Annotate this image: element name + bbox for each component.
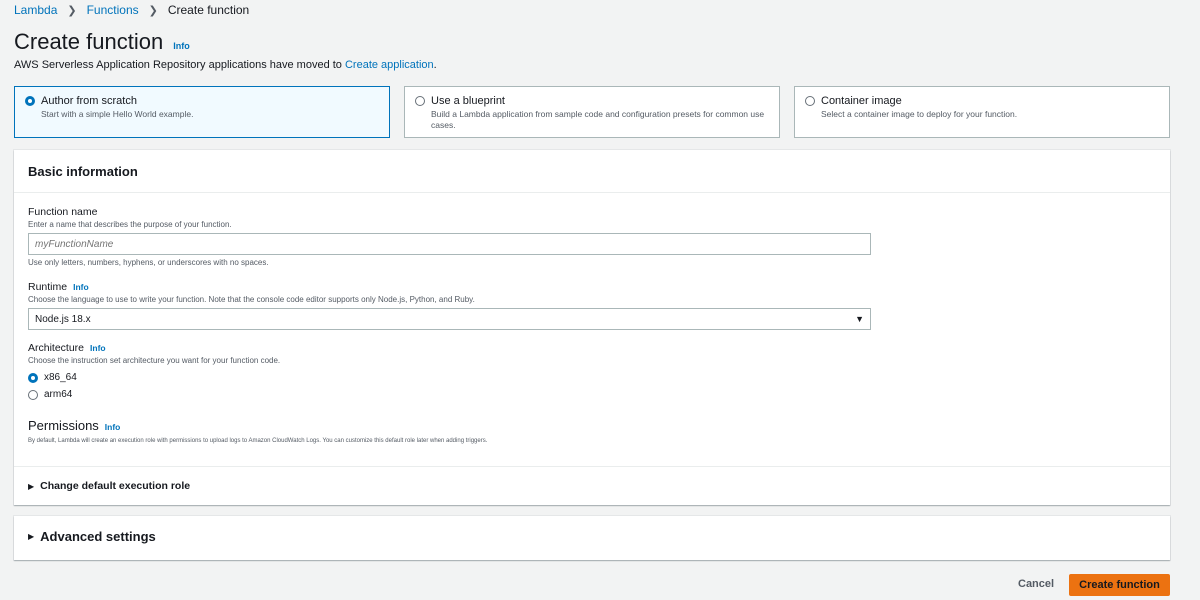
subtitle-suffix: . [433, 59, 437, 71]
runtime-select[interactable]: Node.js 18.x ▼ [28, 308, 871, 330]
option-author-from-scratch[interactable]: Author from scratch Start with a simple … [14, 86, 390, 138]
chevron-right-icon: ❯ [67, 4, 77, 17]
radio-container-image[interactable] [805, 96, 815, 106]
breadcrumb-functions[interactable]: Functions [87, 3, 139, 17]
architecture-info-link[interactable]: Info [90, 342, 106, 355]
title-info-link[interactable]: Info [173, 32, 190, 60]
architecture-option-label: arm64 [44, 389, 73, 400]
option-desc: Select a container image to deploy for y… [821, 109, 1018, 119]
caret-down-icon: ▼ [855, 314, 864, 324]
permissions-section: Permissions Info By default, Lambda will… [28, 418, 1148, 444]
function-name-desc: Enter a name that describes the purpose … [28, 220, 232, 229]
radio-author-from-scratch[interactable] [25, 96, 35, 106]
change-role-label: Change default execution role [40, 480, 191, 492]
page-title-row: Create function Info [14, 28, 190, 60]
advanced-settings-label: Advanced settings [40, 529, 156, 544]
permissions-title: Permissions [28, 418, 99, 433]
runtime-field: Runtime Info Choose the language to use … [28, 281, 871, 330]
subtitle-text: AWS Serverless Application Repository ap… [14, 59, 345, 71]
option-title: Use a blueprint [431, 95, 505, 107]
breadcrumb-lambda[interactable]: Lambda [14, 3, 57, 17]
basic-information-header: Basic information [14, 150, 1170, 193]
function-name-field: Function name Enter a name that describe… [28, 206, 871, 267]
page-title: Create function [14, 29, 164, 54]
option-use-blueprint[interactable]: Use a blueprint Build a Lambda applicati… [404, 86, 780, 138]
permissions-info-link[interactable]: Info [105, 422, 121, 432]
basic-information-panel: Basic information Function name Enter a … [14, 150, 1170, 505]
runtime-info-link[interactable]: Info [73, 281, 89, 294]
function-name-input[interactable] [28, 233, 871, 255]
architecture-label: Architecture [28, 342, 85, 354]
architecture-label-row: Architecture Info [28, 342, 871, 355]
runtime-desc: Choose the language to use to write your… [28, 295, 475, 304]
change-default-execution-role-expander[interactable]: ▶ Change default execution role [28, 480, 190, 492]
function-name-hint: Use only letters, numbers, hyphens, or u… [28, 258, 269, 267]
advanced-settings-panel: ▶ Advanced settings [14, 516, 1170, 560]
option-title: Author from scratch [41, 95, 137, 107]
architecture-option-arm64[interactable]: arm64 [28, 389, 871, 400]
radio-arm64[interactable] [28, 389, 38, 400]
caret-right-icon: ▶ [28, 481, 35, 491]
page-subtitle: AWS Serverless Application Repository ap… [14, 59, 437, 71]
create-application-link[interactable]: Create application [345, 59, 434, 71]
architecture-option-label: x86_64 [44, 372, 77, 383]
divider [14, 466, 1170, 467]
architecture-option-x86-64[interactable]: x86_64 [28, 372, 871, 383]
option-title: Container image [821, 95, 902, 107]
radio-x86-64[interactable] [28, 372, 38, 383]
option-container-image[interactable]: Container image Select a container image… [794, 86, 1170, 138]
breadcrumb-current: Create function [167, 3, 250, 17]
runtime-label-row: Runtime Info [28, 281, 871, 294]
runtime-label: Runtime [28, 281, 68, 293]
architecture-desc: Choose the instruction set architecture … [28, 356, 281, 365]
architecture-field: Architecture Info Choose the instruction… [28, 342, 871, 400]
chevron-right-icon: ❯ [148, 4, 158, 17]
radio-use-blueprint[interactable] [415, 96, 425, 106]
cancel-button[interactable]: Cancel [1018, 578, 1054, 590]
runtime-selected-value: Node.js 18.x [35, 313, 91, 325]
function-name-label: Function name [28, 206, 98, 218]
advanced-settings-expander[interactable]: ▶ Advanced settings [28, 529, 156, 544]
permissions-desc: By default, Lambda will create an execut… [28, 438, 488, 444]
option-desc: Start with a simple Hello World example. [41, 109, 194, 119]
creation-options: Author from scratch Start with a simple … [14, 86, 1170, 138]
permissions-title-row: Permissions Info [28, 418, 1148, 433]
create-function-button[interactable]: Create function [1069, 574, 1170, 596]
option-desc: Build a Lambda application from sample c… [431, 109, 765, 130]
caret-right-icon: ▶ [28, 532, 35, 541]
breadcrumb: Lambda ❯ Functions ❯ Create function [14, 3, 249, 17]
